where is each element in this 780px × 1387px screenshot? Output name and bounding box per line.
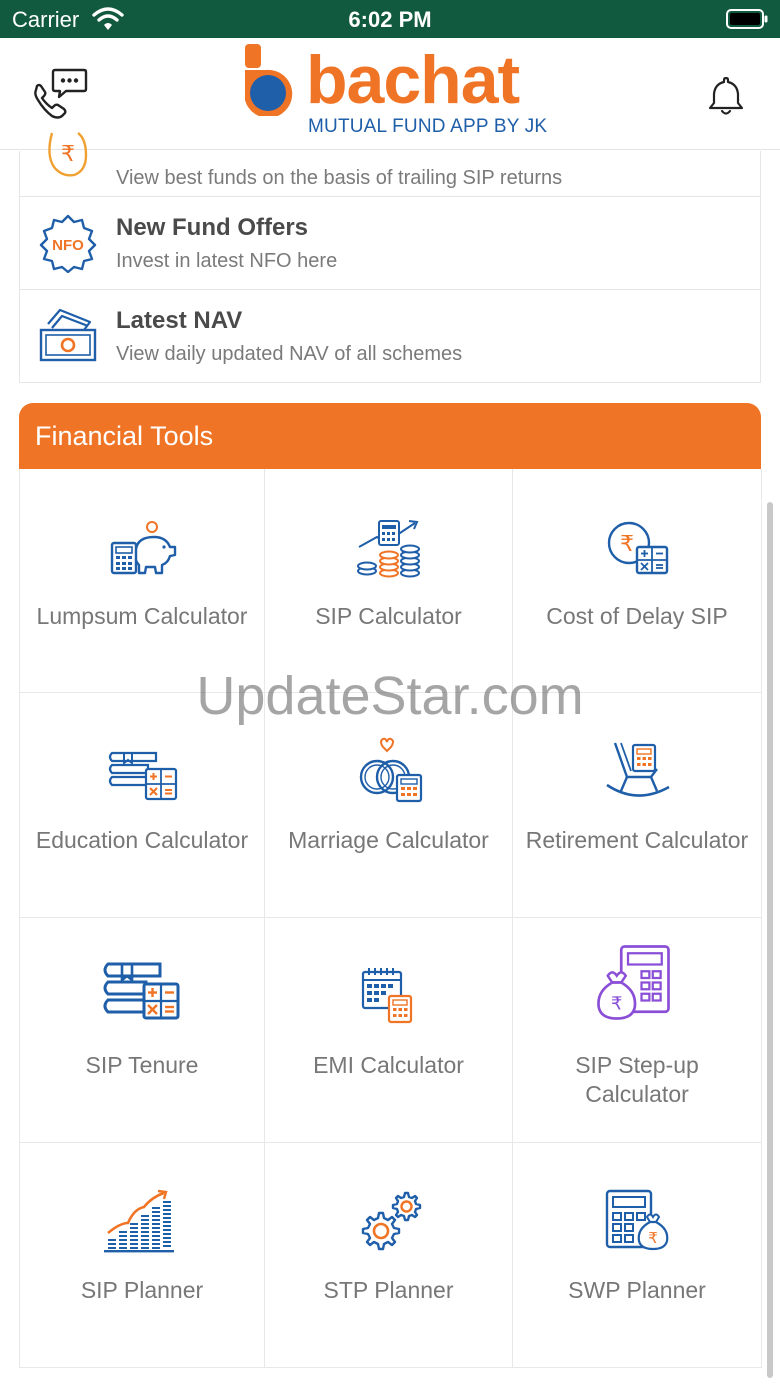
tool-label: EMI Calculator	[313, 1052, 464, 1078]
coins-growth-icon	[356, 520, 420, 578]
list-item-trailing-sip[interactable]: ₹ View best funds on the basis of traili…	[20, 131, 760, 197]
tool-sip-step-up-calculator[interactable]: ₹ SIP Step-up Calculator	[513, 918, 762, 1143]
list-item-latest-nav[interactable]: Latest NAV View daily updated NAV of all…	[20, 290, 760, 383]
growth-bars-icon	[104, 1189, 174, 1253]
tool-label: SIP Calculator	[315, 603, 462, 629]
gears-icon	[361, 1191, 421, 1251]
tool-label: Marriage Calculator	[288, 827, 489, 853]
logo-mark-icon	[245, 44, 293, 116]
tool-label: Cost of Delay SIP	[546, 603, 728, 629]
list-item-new-fund-offers[interactable]: NFO New Fund Offers Invest in latest NFO…	[20, 197, 760, 290]
vertical-scrollbar[interactable]	[767, 502, 773, 1378]
books-calculator-large-icon	[103, 962, 180, 1020]
feature-subtitle: Invest in latest NFO here	[116, 250, 338, 272]
svg-text:₹: ₹	[620, 532, 634, 557]
tool-label: SIP Planner	[80, 1277, 204, 1303]
bell-icon[interactable]	[704, 74, 748, 118]
svg-text:₹: ₹	[611, 994, 622, 1015]
tool-label: Retirement Calculator	[525, 827, 749, 853]
bachat-logo: bachat MUTUAL FUND APP BY JK	[244, 42, 547, 144]
brand-name: bachat	[306, 42, 520, 118]
feature-list: ₹ View best funds on the basis of traili…	[19, 132, 761, 383]
feature-title: New Fund Offers	[116, 214, 309, 241]
tool-lumpsum-calculator[interactable]: Lumpsum Calculator	[20, 469, 265, 693]
tool-retirement-calculator[interactable]: Retirement Calculator	[513, 693, 762, 918]
phone-chat-icon[interactable]	[30, 68, 88, 120]
piggy-bank-calculator-icon	[110, 521, 177, 575]
tool-label: STP Planner	[323, 1277, 454, 1303]
tool-label: SWP Planner	[568, 1277, 706, 1303]
tool-swp-planner[interactable]: ₹ SWP Planner	[513, 1143, 762, 1368]
tool-label: SIP Step-up Calculator	[575, 1052, 699, 1107]
tool-label: Education Calculator	[35, 827, 249, 853]
tool-emi-calculator[interactable]: EMI Calculator	[265, 918, 513, 1143]
tool-sip-planner[interactable]: SIP Planner	[20, 1143, 265, 1368]
cash-bills-icon	[39, 308, 97, 362]
feature-subtitle: View daily updated NAV of all schemes	[116, 343, 463, 365]
financial-tools-header: Financial Tools	[19, 403, 761, 469]
tool-sip-calculator[interactable]: SIP Calculator	[265, 469, 513, 693]
rupee-coin-icon: ₹	[48, 132, 88, 177]
tool-marriage-calculator[interactable]: Marriage Calculator	[265, 693, 513, 918]
financial-tools-grid: Lumpsum Calculator SIP Calculator ₹ Cost…	[19, 469, 762, 1368]
section-title: Financial Tools	[35, 421, 214, 451]
rocking-chair-calculator-icon	[606, 742, 670, 797]
rings-calculator-icon	[359, 737, 422, 803]
tool-cost-of-delay-sip[interactable]: ₹ Cost of Delay SIP	[513, 469, 762, 693]
status-time: 6:02 PM	[348, 7, 432, 32]
svg-text:₹: ₹	[61, 142, 75, 167]
tool-label: Lumpsum Calculator	[36, 603, 248, 629]
feature-subtitle: View best funds on the basis of trailing…	[116, 167, 563, 189]
nfo-badge-icon: NFO	[39, 214, 97, 273]
tool-education-calculator[interactable]: Education Calculator	[20, 693, 265, 918]
money-bag-calculator-icon: ₹	[597, 945, 670, 1020]
tool-stp-planner[interactable]: STP Planner	[265, 1143, 513, 1368]
svg-text:₹: ₹	[648, 1229, 658, 1247]
calculator-money-bag-icon: ₹	[605, 1189, 669, 1251]
calendar-calculator-icon	[361, 968, 412, 1024]
feature-title: Latest NAV	[116, 307, 243, 334]
books-calculator-icon	[108, 751, 178, 801]
battery-icon	[726, 9, 768, 29]
tool-label: SIP Tenure	[85, 1052, 199, 1078]
status-bar: Carrier 6:02 PM	[0, 0, 780, 38]
rupee-calculator-icon: ₹	[607, 521, 669, 575]
tool-sip-tenure[interactable]: SIP Tenure	[20, 918, 265, 1143]
svg-text:NFO: NFO	[52, 237, 84, 254]
